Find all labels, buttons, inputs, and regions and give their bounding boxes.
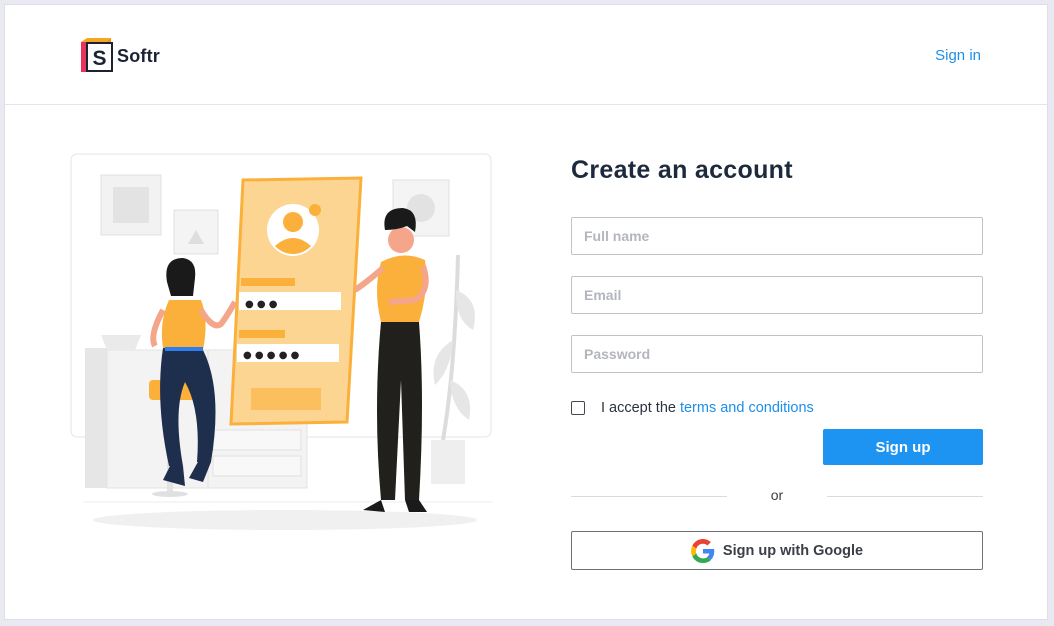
page-title: Create an account bbox=[571, 156, 793, 184]
or-label: or bbox=[770, 487, 784, 503]
signup-form: Create an account I accept the terms and… bbox=[571, 153, 983, 570]
terms-label: I accept the bbox=[601, 400, 676, 416]
sign-up-button[interactable]: Sign up bbox=[823, 429, 983, 465]
illustration-password-dots-short: ● ● ● bbox=[245, 299, 278, 310]
top-header: S Softr Sign in bbox=[5, 5, 1047, 105]
softr-logo-icon: S bbox=[81, 38, 113, 72]
email-input[interactable] bbox=[571, 276, 983, 314]
illustration-password-dots-long: ● ● ● ● ● bbox=[243, 350, 300, 361]
terms-row: I accept the terms and conditions bbox=[571, 399, 983, 417]
google-icon bbox=[690, 538, 715, 563]
divider-line-right bbox=[827, 496, 983, 497]
brand-logo[interactable]: S Softr bbox=[79, 38, 160, 74]
page-frame: S Softr Sign in ● ● ● ● ● ● ● ● Create a… bbox=[4, 4, 1048, 620]
password-input[interactable] bbox=[571, 335, 983, 373]
or-divider: or bbox=[571, 487, 983, 503]
google-signup-label: Sign up with Google bbox=[722, 542, 864, 559]
brand-name: Softr bbox=[117, 45, 160, 66]
terms-checkbox[interactable] bbox=[571, 401, 585, 415]
full-name-input[interactable] bbox=[571, 217, 983, 255]
google-signup-button[interactable]: Sign up with Google bbox=[571, 531, 983, 570]
sign-in-link[interactable]: Sign in bbox=[935, 47, 981, 64]
terms-link[interactable]: terms and conditions bbox=[680, 400, 814, 416]
svg-text:S: S bbox=[92, 47, 106, 70]
signup-illustration: ● ● ● ● ● ● ● ● bbox=[70, 153, 493, 530]
